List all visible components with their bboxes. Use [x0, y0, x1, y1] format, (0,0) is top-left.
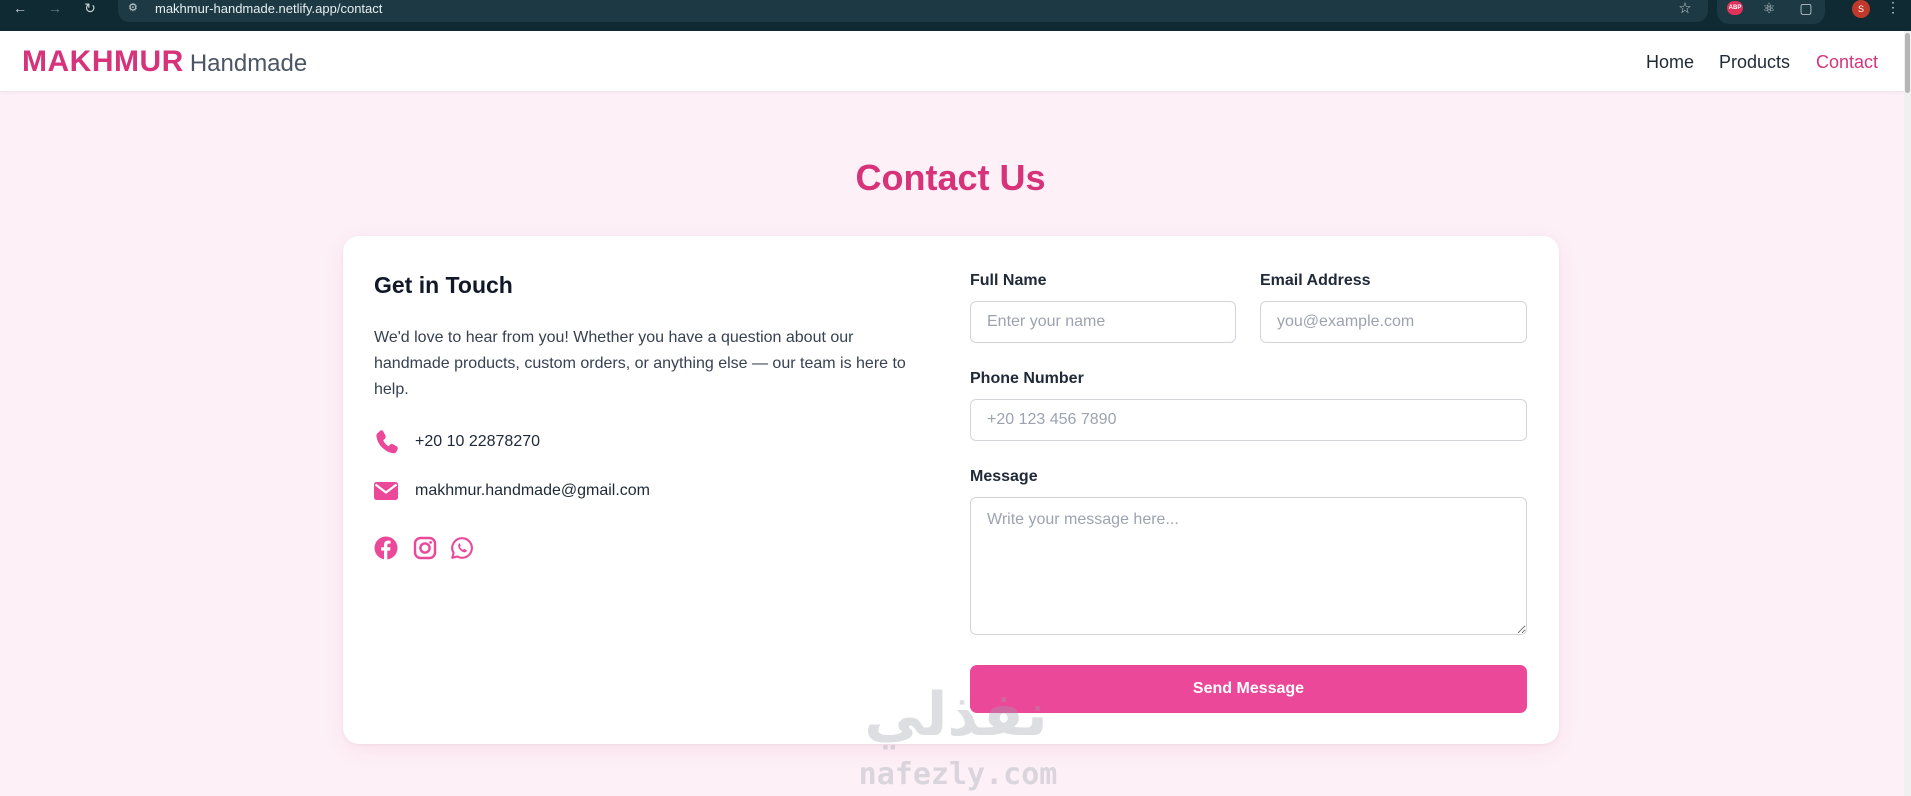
reload-icon[interactable]: ↻ — [78, 0, 102, 17]
email-label: Email Address — [1260, 272, 1371, 289]
bookmark-star-icon[interactable]: ☆ — [1676, 0, 1694, 17]
forward-arrow-icon[interactable]: → — [43, 0, 67, 17]
browser-menu-icon[interactable]: ⋮ — [1886, 0, 1900, 17]
nav-home[interactable]: Home — [1646, 51, 1694, 73]
facebook-icon[interactable] — [374, 536, 398, 560]
back-arrow-icon[interactable]: ← — [8, 0, 32, 17]
get-in-touch-heading: Get in Touch — [374, 272, 513, 298]
watermark-domain-text: nafezly.com — [858, 757, 1058, 792]
watermark-arabic-text: نفذلي — [864, 680, 1048, 750]
whatsapp-icon[interactable] — [450, 536, 474, 560]
instagram-icon[interactable] — [413, 536, 437, 560]
full-name-input[interactable] — [970, 301, 1236, 343]
email-input[interactable] — [1260, 301, 1527, 343]
address-bar-url[interactable]: makhmur-handmade.netlify.app/contact — [155, 0, 382, 17]
adblock-extension-icon[interactable]: ABP — [1727, 1, 1743, 15]
page-scrollbar[interactable] — [1904, 31, 1911, 796]
message-textarea[interactable] — [970, 497, 1527, 635]
full-name-label: Full Name — [970, 272, 1047, 289]
page-title: Contact Us — [855, 157, 1046, 198]
phone-number[interactable]: +20 10 22878270 — [415, 432, 540, 452]
brand-logo[interactable]: MAKHMUR Handmade — [22, 45, 307, 79]
envelope-icon — [374, 482, 398, 500]
profile-avatar[interactable]: S — [1852, 0, 1870, 18]
nafezly-watermark: نفذلي nafezly.com — [850, 678, 1062, 796]
email-address[interactable]: makhmur.handmade@gmail.com — [415, 481, 650, 501]
browser-toolbar: ← → ↻ ⚙ makhmur-handmade.netlify.app/con… — [0, 0, 1911, 31]
get-in-touch-description: We'd love to hear from you! Whether you … — [374, 329, 906, 398]
phone-label: Phone Number — [970, 370, 1084, 387]
extensions-puzzle-icon[interactable]: ▢ — [1797, 0, 1815, 17]
scrollbar-thumb[interactable] — [1905, 33, 1910, 93]
brand-name: MAKHMUR — [22, 45, 184, 78]
react-devtools-icon[interactable]: ⚛ — [1760, 0, 1778, 17]
nav-contact[interactable]: Contact — [1816, 51, 1878, 73]
phone-icon — [376, 430, 398, 454]
message-label: Message — [970, 468, 1038, 485]
site-settings-icon[interactable]: ⚙ — [128, 2, 142, 14]
site-header: MAKHMUR Handmade Home Products Contact — [0, 31, 1904, 92]
brand-tagline: Handmade — [189, 50, 308, 77]
nav-products[interactable]: Products — [1719, 51, 1790, 73]
phone-input[interactable] — [970, 399, 1527, 441]
